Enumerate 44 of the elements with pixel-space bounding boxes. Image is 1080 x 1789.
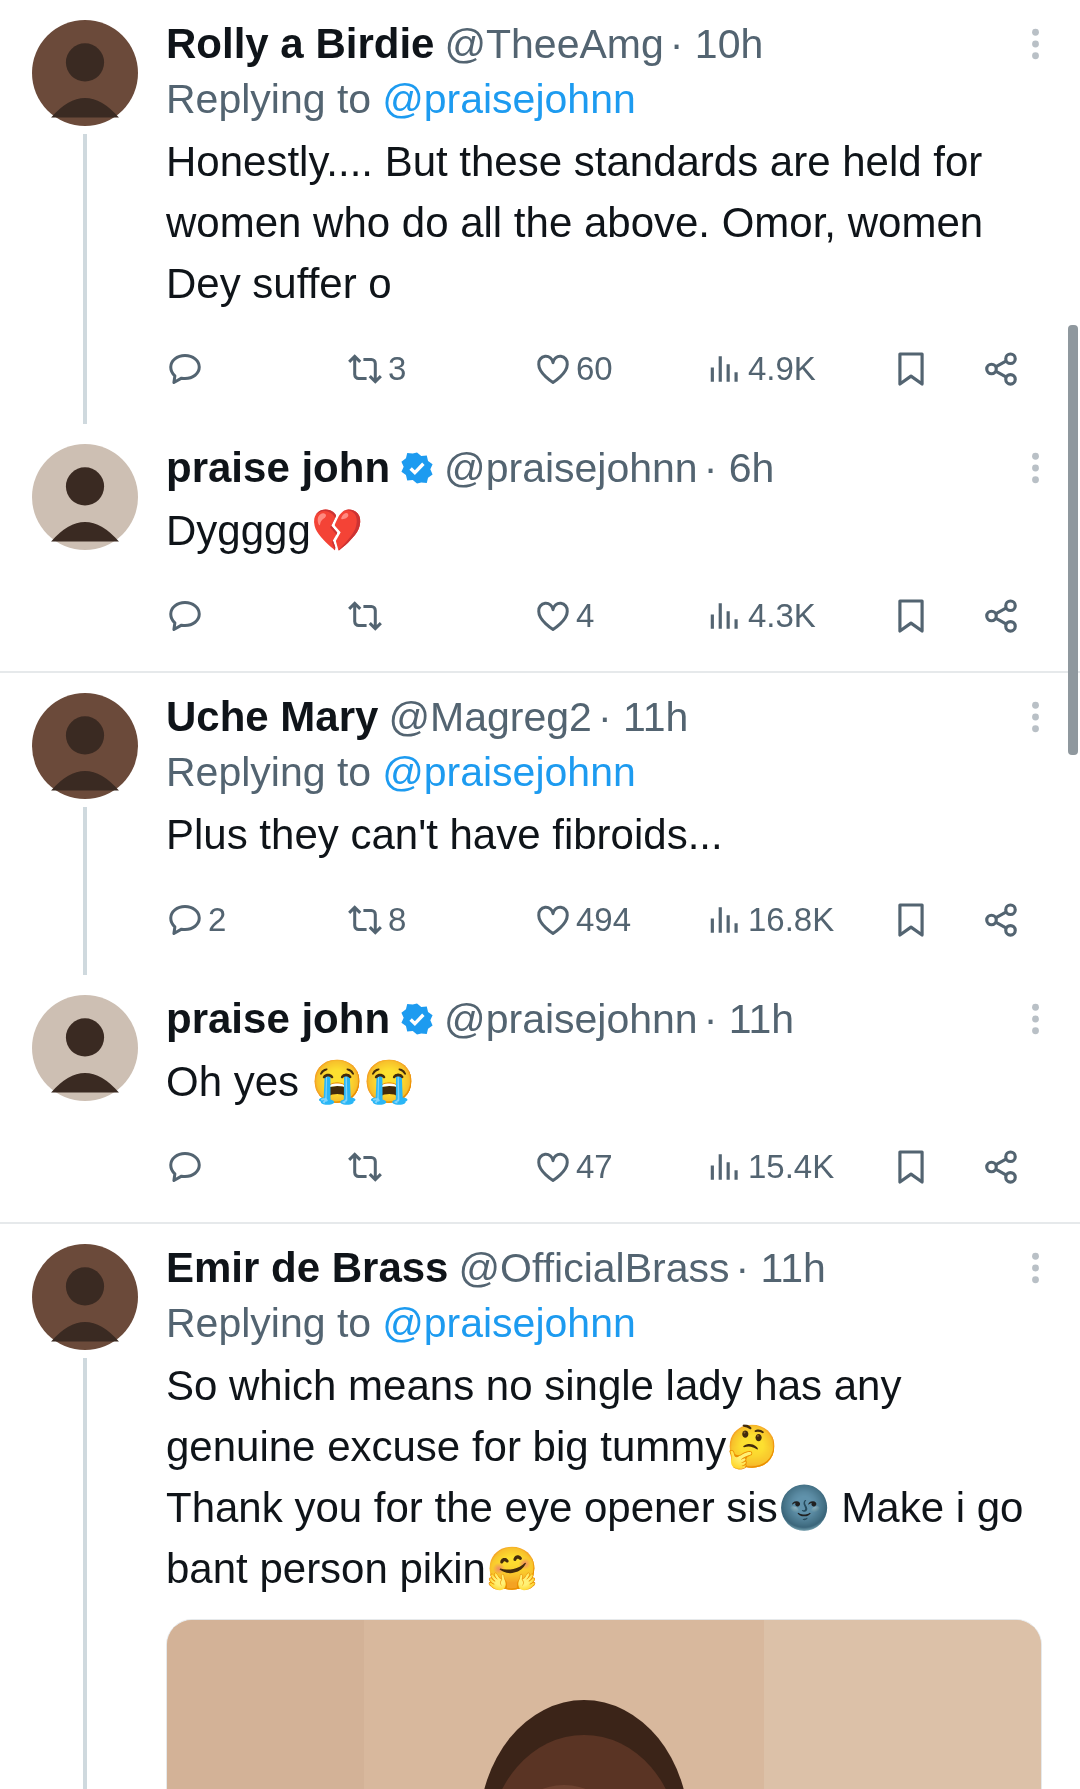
user-handle[interactable]: @OfficialBrass — [458, 1244, 730, 1292]
replying-label: Replying to — [166, 1300, 372, 1347]
tweet-text: Plus they can't have fibroids... — [166, 810, 724, 860]
display-name[interactable]: praise john — [166, 444, 391, 492]
user-handle[interactable]: @Magreg2 — [388, 693, 592, 741]
user-handle[interactable]: @praisejohnn — [444, 444, 698, 492]
share-icon[interactable] — [982, 597, 1020, 635]
post-time: · 11h — [597, 693, 689, 741]
display-name[interactable]: Rolly a Birdie — [166, 20, 435, 68]
display-name[interactable]: Emir de Brass — [166, 1244, 449, 1292]
like-count: 47 — [576, 1148, 613, 1186]
reply-count: 2 — [208, 901, 227, 939]
share-icon[interactable] — [982, 901, 1020, 939]
share-icon[interactable] — [982, 350, 1020, 388]
retweet-count: 3 — [388, 350, 407, 388]
like-count: 60 — [576, 350, 613, 388]
view-count: 4.9K — [748, 350, 816, 388]
view-count: 16.8K — [748, 901, 835, 939]
view-count: 15.4K — [748, 1148, 835, 1186]
avatar-icon[interactable] — [32, 693, 138, 799]
avatar-icon[interactable] — [32, 20, 138, 126]
like-count: 4 — [576, 597, 595, 635]
user-handle[interactable]: @praisejohnn — [444, 995, 698, 1043]
post-time: · 6h — [703, 444, 775, 492]
display-name[interactable]: Uche Mary — [166, 693, 379, 741]
post-time: · 10h — [669, 20, 764, 68]
tweet-text: Dygggg💔 — [166, 506, 364, 556]
tweet-text: Oh yes 😭😭 — [166, 1057, 416, 1107]
view-count: 4.3K — [748, 597, 816, 635]
share-icon[interactable] — [982, 1148, 1020, 1186]
scrollbar[interactable] — [1068, 325, 1078, 755]
replying-label: Replying to — [166, 749, 372, 796]
like-count: 494 — [576, 901, 632, 939]
user-handle[interactable]: @TheeAmg — [444, 20, 664, 68]
replying-label: Replying to — [166, 76, 372, 123]
display-name[interactable]: praise john — [166, 995, 391, 1043]
tweet-text: Honestly.... But these standards are held for women who do all the above. Omor, women Dey suffer o — [166, 137, 985, 309]
tweet-text: So which means no single lady has any genuine excuse for big tummy🤔 Thank you for the eye opener sis🌚 Make i go bant person pikin🤗 — [166, 1361, 1025, 1594]
post-time: · 11h — [703, 995, 795, 1043]
avatar-icon[interactable] — [32, 1244, 138, 1350]
avatar-icon[interactable] — [32, 995, 138, 1101]
retweet-count: 8 — [388, 901, 407, 939]
avatar-icon[interactable] — [32, 444, 138, 550]
post-time: · 11h — [735, 1244, 826, 1292]
